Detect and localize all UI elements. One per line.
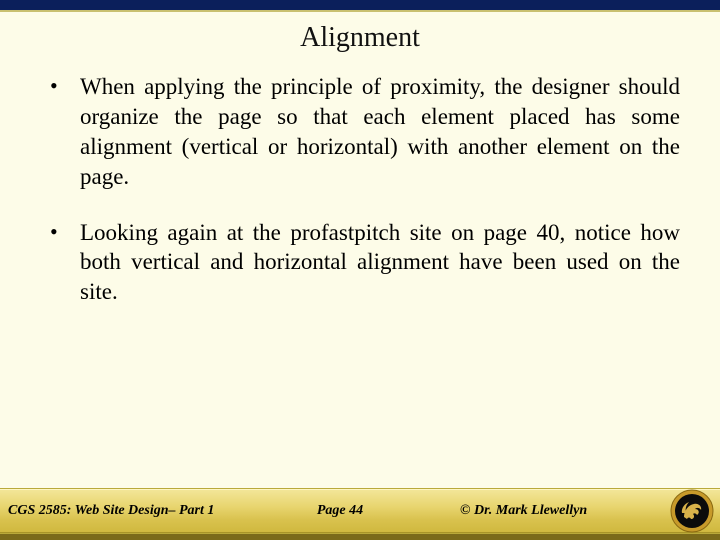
slide-title: Alignment (0, 12, 720, 72)
top-accent-bar (0, 0, 720, 12)
bottom-edge (0, 534, 720, 540)
bullet-item: Looking again at the profastpitch site o… (40, 218, 680, 308)
footer-course: CGS 2585: Web Site Design– Part 1 (0, 503, 250, 519)
bullet-item: When applying the principle of proximity… (40, 72, 680, 192)
slide: Alignment When applying the principle of… (0, 0, 720, 540)
ucf-pegasus-logo-icon (670, 489, 714, 533)
footer-page: Page 44 (250, 503, 430, 519)
footer-bar: CGS 2585: Web Site Design– Part 1 Page 4… (0, 488, 720, 534)
bullet-list: When applying the principle of proximity… (40, 72, 680, 307)
slide-body: When applying the principle of proximity… (0, 72, 720, 488)
